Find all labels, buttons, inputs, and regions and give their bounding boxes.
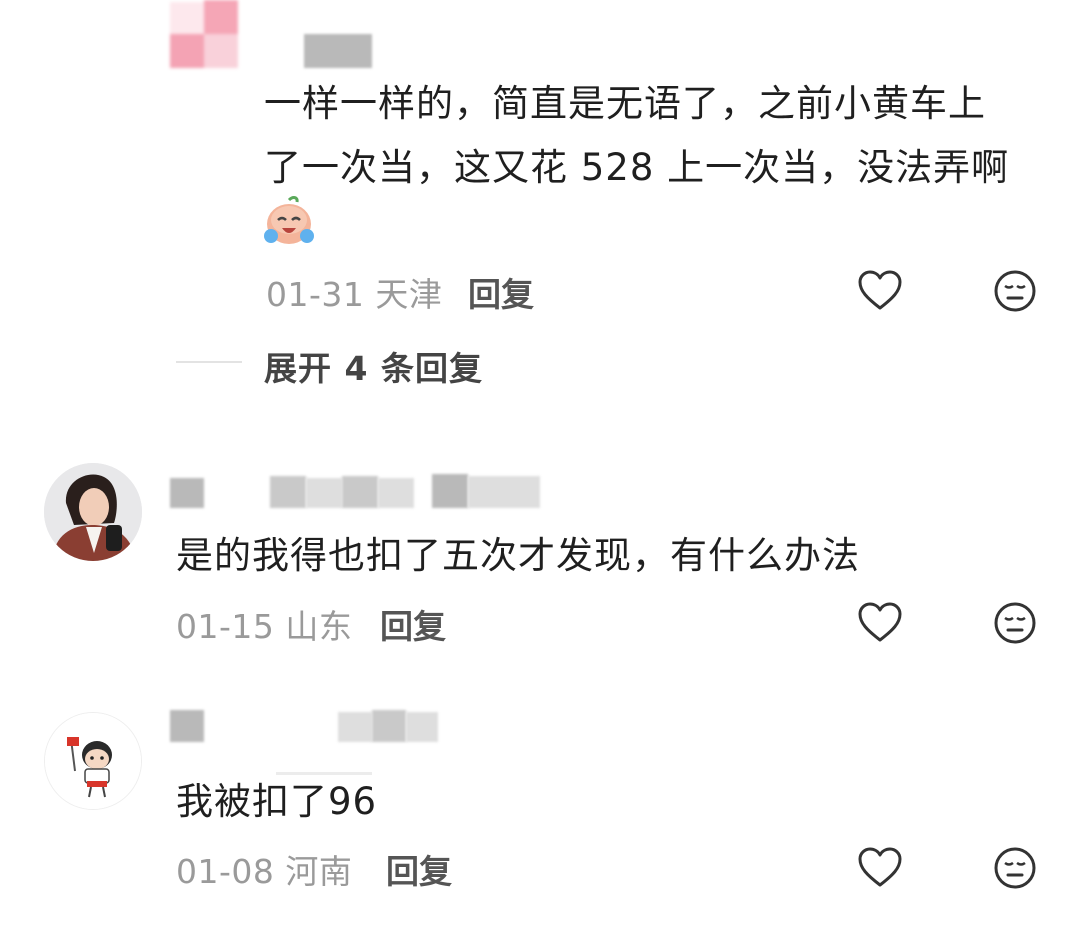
reply-button[interactable]: 回复 (386, 845, 452, 893)
avatar[interactable] (44, 463, 142, 561)
heart-icon[interactable] (857, 268, 903, 314)
comment-location: 河南 (285, 852, 353, 891)
neutral-face-icon[interactable] (992, 268, 1038, 314)
heart-icon[interactable] (857, 600, 903, 646)
divider (176, 361, 242, 363)
username[interactable] (170, 710, 204, 742)
comment-text: 我被扣了96 (176, 780, 378, 823)
username[interactable] (304, 34, 372, 68)
neutral-face-icon[interactable] (992, 845, 1038, 891)
heart-icon[interactable] (857, 845, 903, 891)
comment-date: 01-08 (176, 852, 275, 891)
avatar[interactable] (44, 712, 142, 810)
expand-replies-button[interactable]: 展开 4 条回复 (264, 342, 483, 390)
username[interactable] (170, 478, 204, 508)
comment-date: 01-31 (266, 275, 365, 314)
comment-meta: 01-08 河南 (176, 845, 352, 893)
reply-button[interactable]: 回复 (380, 600, 446, 648)
comment-date: 01-15 (176, 607, 275, 646)
comment-text: 是的我得也扣了五次才发现，有什么办法 (176, 534, 860, 577)
comment-location: 山东 (285, 607, 353, 646)
crying-laughing-face-icon (262, 196, 316, 248)
comment-text: 一样一样的，简直是无语了，之前小黄车上 了一次当，这又花 528 上一次当，没法… (264, 82, 1010, 189)
comment-meta: 01-15 山东 (176, 600, 352, 648)
avatar[interactable] (168, 0, 238, 68)
comment-meta: 01-31 天津 (266, 268, 442, 316)
neutral-face-icon[interactable] (992, 600, 1038, 646)
reply-button[interactable]: 回复 (468, 268, 534, 316)
comment-location: 天津 (375, 275, 443, 314)
